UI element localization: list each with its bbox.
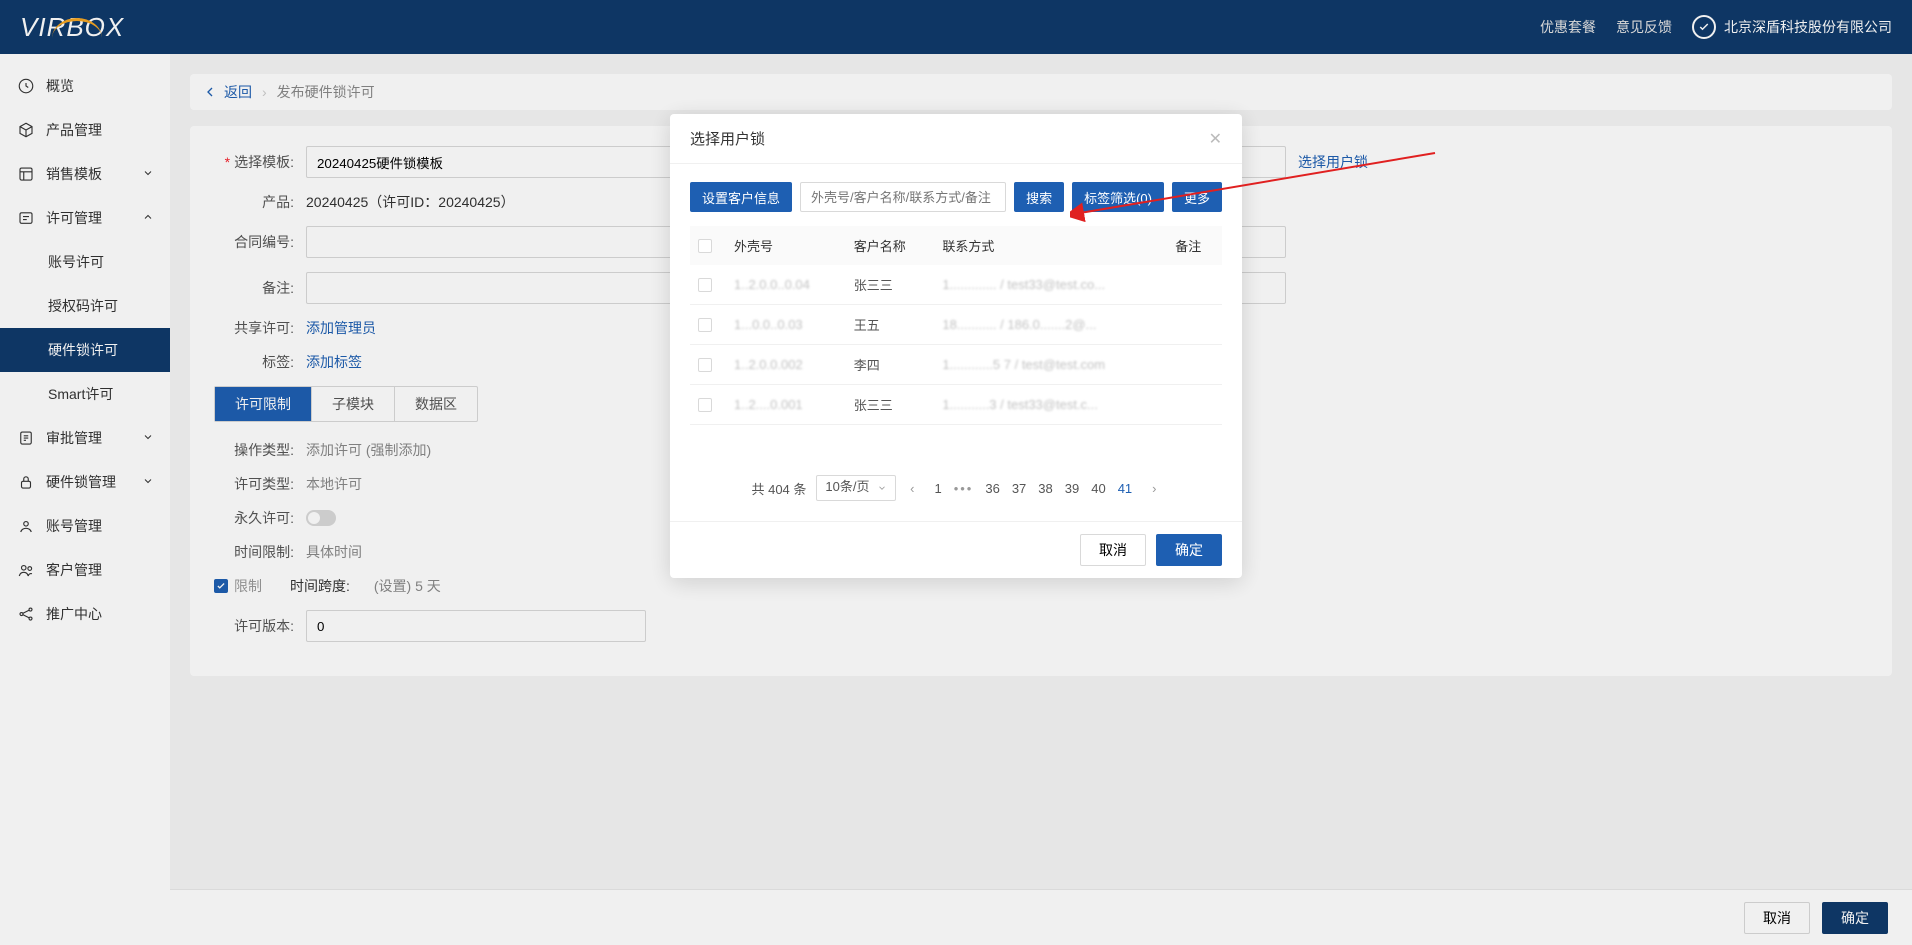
cell-name: 王五 xyxy=(846,305,935,345)
search-input[interactable] xyxy=(800,182,1006,212)
page-37[interactable]: 37 xyxy=(1012,481,1026,496)
modal-ok-button[interactable]: 确定 xyxy=(1156,534,1222,566)
cell-contact: 1...........3 / test33@test.c... xyxy=(942,397,1098,412)
col-remark: 备注 xyxy=(1167,226,1222,265)
cell-shell: 1..2.0.0..0.04 xyxy=(734,277,810,292)
total-text: 共 404 条 xyxy=(751,479,806,498)
cell-name: 李四 xyxy=(846,345,935,385)
tag-filter-button[interactable]: 标签筛选(0) xyxy=(1072,182,1164,212)
col-shell: 外壳号 xyxy=(726,226,846,265)
row-checkbox[interactable] xyxy=(698,318,712,332)
modal-title: 选择用户锁 xyxy=(690,128,765,149)
lock-table: 外壳号 客户名称 联系方式 备注 1..2.0.0..0.04 张三三 1.....… xyxy=(690,226,1222,425)
cell-remark xyxy=(1167,305,1222,345)
page-41[interactable]: 41 xyxy=(1118,481,1132,496)
page-size-select[interactable]: 10条/页 xyxy=(816,475,896,501)
page-40[interactable]: 40 xyxy=(1091,481,1105,496)
row-checkbox[interactable] xyxy=(698,398,712,412)
cell-contact: 1............. / test33@test.co... xyxy=(942,277,1105,292)
pagination: 共 404 条 10条/页 ‹ 1 ••• 36 37 38 39 40 41 › xyxy=(690,465,1222,511)
more-button[interactable]: 更多 xyxy=(1172,182,1222,212)
row-checkbox[interactable] xyxy=(698,358,712,372)
select-all-checkbox[interactable] xyxy=(698,239,712,253)
cell-shell: 1..2.0.0.002 xyxy=(734,357,803,372)
cell-shell: 1...0.0..0.03 xyxy=(734,317,803,332)
row-checkbox[interactable] xyxy=(698,278,712,292)
modal-mask: 选择用户锁 ✕ 设置客户信息 搜索 标签筛选(0) 更多 外壳号 客户名称 联系… xyxy=(0,0,1912,945)
close-icon[interactable]: ✕ xyxy=(1209,129,1222,149)
page-ellipsis: ••• xyxy=(954,481,974,496)
table-row[interactable]: 1..2....0.001 张三三 1...........3 / test33@t… xyxy=(690,385,1222,425)
cell-name: 张三三 xyxy=(846,385,935,425)
chevron-down-icon xyxy=(877,483,887,493)
page-1[interactable]: 1 xyxy=(934,481,941,496)
search-button[interactable]: 搜索 xyxy=(1014,182,1064,212)
set-customer-button[interactable]: 设置客户信息 xyxy=(690,182,792,212)
prev-page[interactable]: ‹ xyxy=(906,481,918,496)
col-contact: 联系方式 xyxy=(934,226,1167,265)
cell-contact: 1............5 7 / test@test.com xyxy=(942,357,1105,372)
select-lock-modal: 选择用户锁 ✕ 设置客户信息 搜索 标签筛选(0) 更多 外壳号 客户名称 联系… xyxy=(670,114,1242,578)
page-36[interactable]: 36 xyxy=(985,481,999,496)
col-name: 客户名称 xyxy=(846,226,935,265)
cell-remark xyxy=(1167,385,1222,425)
table-row[interactable]: 1..2.0.0..0.04 张三三 1............. / test33… xyxy=(690,265,1222,305)
table-row[interactable]: 1...0.0..0.03 王五 18........... / 186.0....… xyxy=(690,305,1222,345)
cell-remark xyxy=(1167,345,1222,385)
modal-cancel-button[interactable]: 取消 xyxy=(1080,534,1146,566)
next-page[interactable]: › xyxy=(1148,481,1160,496)
cell-name: 张三三 xyxy=(846,265,935,305)
cell-shell: 1..2....0.001 xyxy=(734,397,803,412)
cell-remark xyxy=(1167,265,1222,305)
table-row[interactable]: 1..2.0.0.002 李四 1............5 7 / test@te… xyxy=(690,345,1222,385)
cell-contact: 18........... / 186.0.......2@... xyxy=(942,317,1096,332)
page-39[interactable]: 39 xyxy=(1065,481,1079,496)
page-38[interactable]: 38 xyxy=(1038,481,1052,496)
